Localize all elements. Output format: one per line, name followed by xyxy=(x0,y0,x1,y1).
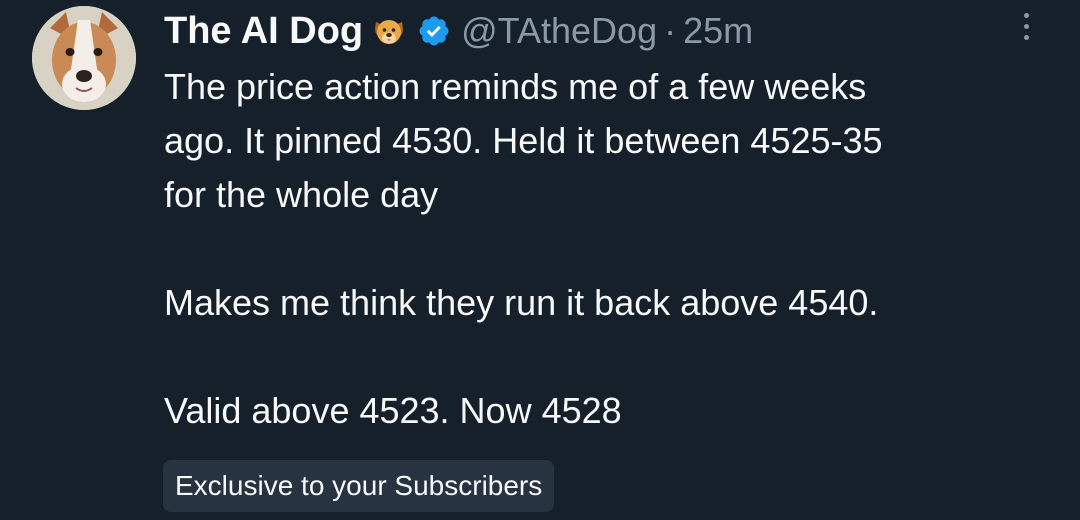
display-name[interactable]: The AI Dog xyxy=(164,10,363,53)
dog-face-icon xyxy=(371,13,407,49)
avatar[interactable] xyxy=(32,6,136,110)
tweet-header: The AI Dog @TAtheDog · 25m xyxy=(164,6,753,56)
tweet-line: Valid above 4523. Now 4528 xyxy=(164,390,622,431)
separator-dot: · xyxy=(664,10,677,51)
tweet-line: for the whole day xyxy=(164,174,439,215)
subscribers-badge: Exclusive to your Subscribers xyxy=(163,460,555,512)
more-vertical-icon[interactable] xyxy=(1012,6,1040,46)
verified-badge-icon xyxy=(417,14,451,48)
dog-avatar-icon xyxy=(32,6,136,110)
tweet-text: The price action reminds me of a few wee… xyxy=(164,60,1064,438)
tweet-line: The price action reminds me of a few wee… xyxy=(164,66,867,107)
tweet-card[interactable]: The AI Dog @TAtheDog · 25m The price act… xyxy=(0,0,1080,520)
tweet-timestamp[interactable]: 25m xyxy=(683,10,753,52)
tweet-line: ago. It pinned 4530. Held it between 452… xyxy=(164,120,883,161)
tweet-line: Makes me think they run it back above 45… xyxy=(164,282,879,323)
author-handle[interactable]: @TAtheDog xyxy=(461,10,657,52)
